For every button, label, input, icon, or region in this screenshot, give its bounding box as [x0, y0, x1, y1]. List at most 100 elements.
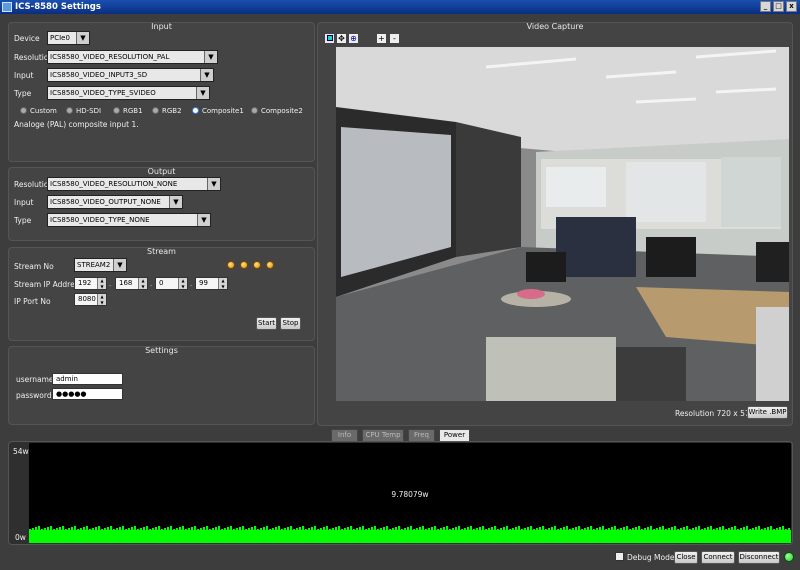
power-sample-bar — [302, 526, 304, 543]
type-select[interactable]: ICS8580_VIDEO_TYPE_SVIDEO ▼ — [47, 86, 210, 100]
radio-rgb2[interactable]: RGB2 — [152, 106, 182, 116]
power-sample-bar — [521, 529, 523, 543]
window-title: ICS-8580 Settings — [15, 2, 101, 12]
power-sample-bar — [230, 526, 232, 543]
ip-dot-separator: . — [190, 280, 193, 288]
power-sample-bar — [602, 526, 604, 543]
disconnect-button[interactable]: Disconnect — [738, 551, 780, 564]
power-sample-bar — [488, 528, 490, 543]
ip-octet-4[interactable]: 99 ▲ ▼ — [195, 277, 228, 290]
radio-dot-icon — [66, 107, 73, 114]
power-sample-bar — [644, 528, 646, 543]
zoom-in-icon[interactable]: + — [376, 33, 387, 44]
power-sample-bar — [710, 526, 712, 543]
power-sample-bar — [590, 526, 592, 543]
power-sample-bar — [731, 527, 733, 543]
power-sample-bar — [593, 529, 595, 543]
settings-panel: Settings — [8, 346, 315, 425]
maximize-button[interactable]: □ — [773, 1, 784, 12]
power-sample-bar — [698, 526, 700, 543]
stream-no-value: STREAM2 — [77, 261, 111, 269]
power-sample-bar — [380, 528, 382, 543]
output-resolution-select[interactable]: ICS8580_VIDEO_RESOLUTION_NONE ▼ — [47, 177, 221, 191]
power-sample-bar — [695, 527, 697, 543]
start-button[interactable]: Start — [256, 317, 277, 330]
power-sample-bar — [314, 526, 316, 543]
radio-composite1[interactable]: Composite1 — [192, 106, 244, 116]
power-sample-bar — [527, 527, 529, 543]
output-type-select[interactable]: ICS8580_VIDEO_TYPE_NONE ▼ — [47, 213, 211, 227]
power-sample-bar — [452, 528, 454, 543]
power-sample-bar — [146, 526, 148, 543]
radio-rgb1[interactable]: RGB1 — [113, 106, 143, 116]
power-sample-bar — [62, 526, 64, 543]
power-sample-bar — [497, 529, 499, 543]
ip-port-input[interactable]: 8080 ▲ ▼ — [74, 293, 107, 306]
minimize-button[interactable]: _ — [760, 1, 771, 12]
power-sample-bar — [53, 529, 55, 543]
power-sample-bar — [134, 526, 136, 543]
radio-composite2[interactable]: Composite2 — [251, 106, 303, 116]
spin-arrows-icon[interactable]: ▲ ▼ — [178, 278, 187, 289]
spin-arrows-icon[interactable]: ▲ ▼ — [218, 278, 227, 289]
spin-arrows-icon[interactable]: ▲ ▼ — [97, 278, 106, 289]
zoom-target-icon[interactable]: ⊕ — [348, 33, 359, 44]
ip-octet-value: 192 — [78, 279, 92, 287]
output-input-value: ICS8580_VIDEO_OUTPUT_NONE — [50, 198, 161, 206]
power-sample-bar — [563, 527, 565, 543]
resolution-select[interactable]: ICS8580_VIDEO_RESOLUTION_PAL ▼ — [47, 50, 218, 64]
power-sample-bar — [587, 527, 589, 543]
close-button[interactable]: Close — [674, 551, 698, 564]
power-sample-bar — [35, 527, 37, 543]
power-sample-bar — [32, 528, 34, 543]
stop-button[interactable]: Stop — [280, 317, 301, 330]
output-input-select[interactable]: ICS8580_VIDEO_OUTPUT_NONE ▼ — [47, 195, 183, 209]
power-sample-bar — [227, 527, 229, 543]
power-sample-bar — [266, 526, 268, 543]
power-sample-bar — [401, 529, 403, 543]
power-sample-bar — [182, 526, 184, 543]
power-sample-bar — [683, 527, 685, 543]
device-value: PCIe0 — [50, 34, 70, 42]
input-select[interactable]: ICS8580_VIDEO_INPUT3_SD ▼ — [47, 68, 214, 82]
radio-hd-sdi[interactable]: HD-SDI — [66, 106, 101, 116]
ip-dot-separator: . — [150, 280, 153, 288]
power-sample-bar — [626, 526, 628, 543]
power-sample-bar — [734, 526, 736, 543]
ip-octet-3[interactable]: 0 ▲ ▼ — [155, 277, 188, 290]
spin-arrows-icon[interactable]: ▲ ▼ — [138, 278, 147, 289]
close-window-button[interactable]: x — [786, 1, 797, 12]
username-input[interactable]: admin — [52, 373, 123, 385]
ip-octet-2[interactable]: 168 ▲ ▼ — [115, 277, 148, 290]
power-sample-bar — [269, 529, 271, 543]
power-sample-bar — [461, 529, 463, 543]
power-sample-bar — [524, 528, 526, 543]
power-sample-bar — [407, 527, 409, 543]
write-bmp-button[interactable]: Write .BMP — [747, 406, 788, 419]
power-sample-bar — [164, 528, 166, 543]
radio-dot-icon — [20, 107, 27, 114]
stream-no-select[interactable]: STREAM2 ▼ — [74, 258, 127, 272]
power-sample-bar — [179, 527, 181, 543]
zoom-out-icon[interactable]: - — [389, 33, 400, 44]
power-sample-bar — [176, 528, 178, 543]
select-icon[interactable] — [324, 33, 335, 44]
power-sample-bar — [737, 529, 739, 543]
debug-mode-checkbox[interactable] — [615, 552, 624, 561]
password-input[interactable]: ●●●●● — [52, 388, 123, 400]
power-sample-bar — [584, 528, 586, 543]
move-icon[interactable]: ✥ — [336, 33, 347, 44]
ip-octet-1[interactable]: 192 ▲ ▼ — [74, 277, 107, 290]
connect-button[interactable]: Connect — [701, 551, 735, 564]
power-sample-bar — [605, 529, 607, 543]
power-sample-bar — [425, 529, 427, 543]
power-sample-bar — [161, 529, 163, 543]
spin-arrows-icon[interactable]: ▲ ▼ — [97, 294, 106, 305]
power-sample-bar — [776, 528, 778, 543]
device-select[interactable]: PCIe0 ▼ — [47, 31, 90, 45]
stream-ip-label: Stream IP Address — [14, 280, 83, 289]
radio-custom[interactable]: Custom — [20, 106, 57, 116]
power-sample-bar — [755, 527, 757, 543]
power-sample-bar — [422, 526, 424, 543]
power-sample-bar — [56, 528, 58, 543]
